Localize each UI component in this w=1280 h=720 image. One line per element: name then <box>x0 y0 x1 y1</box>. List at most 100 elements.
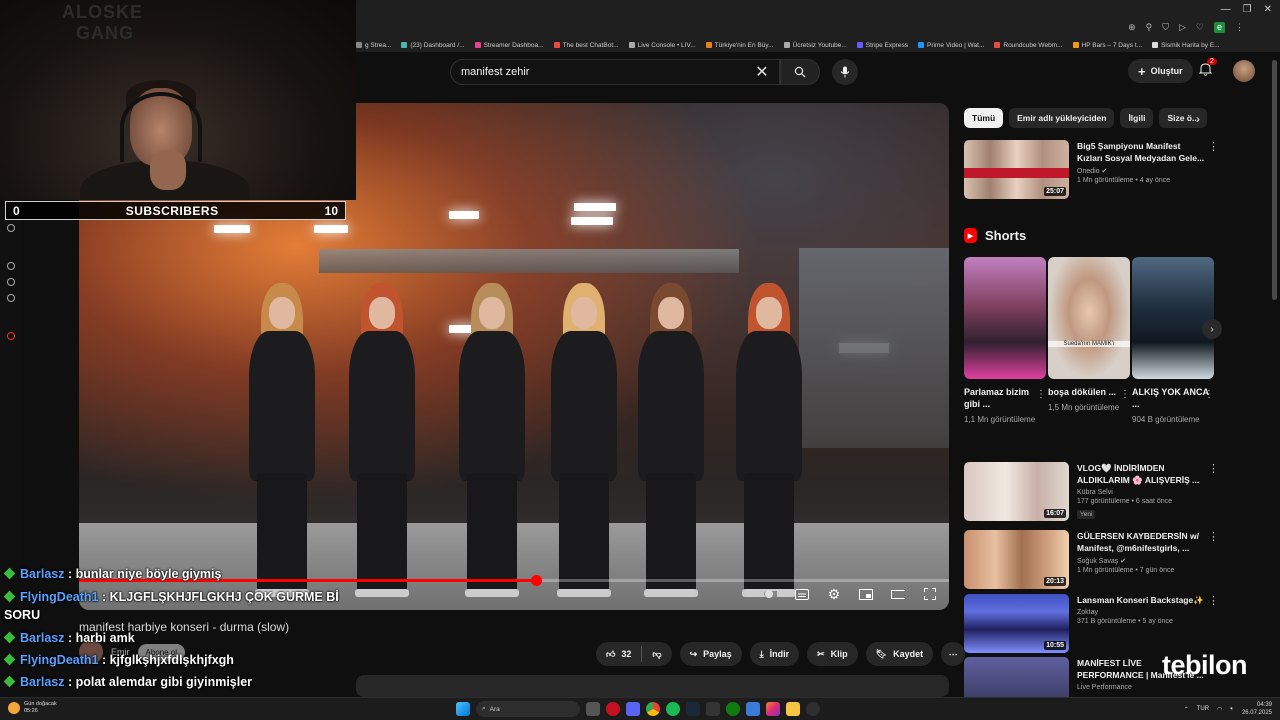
wifi-icon[interactable]: ◠ <box>1217 706 1222 713</box>
recommended-video[interactable]: 10:55 Lansman Konseri Backstage✨ Zoktay … <box>964 594 1219 653</box>
clock[interactable]: 04:39 26.07.2025 <box>1242 701 1272 717</box>
close-window-icon[interactable]: ✕ <box>1264 4 1272 15</box>
more-options-icon[interactable]: ⋮ <box>1204 389 1214 400</box>
settings-icon[interactable]: ⚙ <box>827 586 841 602</box>
language-indicator[interactable]: TUR <box>1197 706 1209 712</box>
bookmark-item[interactable]: Sismik Harita by E... <box>1152 42 1220 49</box>
search-button[interactable] <box>780 59 820 85</box>
short-title[interactable]: boşa dökülen ... <box>1048 386 1130 398</box>
recommended-video[interactable]: 20:13 GÜLERSEN KAYBEDERSİN w/ Manifest, … <box>964 530 1219 589</box>
short-item[interactable]: Parlamaz bizim gibi ... 1,1 Mn görüntüle… <box>964 257 1046 426</box>
heart-icon[interactable]: ♡ <box>1196 22 1204 33</box>
subtitles-icon[interactable] <box>795 588 809 600</box>
chrome-icon[interactable] <box>646 702 660 716</box>
video-title[interactable]: GÜLERSEN KAYBEDERSİN w/ Manifest, @m6nif… <box>1077 530 1219 554</box>
recommended-video[interactable]: 16:07 VLOG🤍 İNDİRİMDEN ALDIKLARIM 🌸 ALIŞ… <box>964 462 1219 521</box>
clock-icon[interactable] <box>7 262 15 270</box>
bookmark-item[interactable]: Live Console • LIV... <box>628 42 696 49</box>
more-options-icon[interactable]: ⋮ <box>1208 140 1219 153</box>
video-thumbnail[interactable]: 16:07 <box>964 462 1069 521</box>
shield-icon[interactable]: ⛉ <box>1162 22 1169 33</box>
clear-search-icon[interactable]: ✕ <box>745 62 779 82</box>
share-button[interactable]: ↪ Paylaş <box>679 642 742 666</box>
bookmark-item[interactable]: g Strea... <box>356 42 391 49</box>
video-title[interactable]: Big5 Şampiyonu Manifest Kızları Sosyal M… <box>1077 140 1219 164</box>
extension-icon[interactable]: e <box>1213 22 1225 33</box>
weather-widget[interactable]: Gün doğacak 05:26 <box>8 701 57 715</box>
file-explorer-icon[interactable] <box>786 702 800 716</box>
channel-name[interactable]: Live Performance <box>1077 684 1219 691</box>
short-item[interactable]: Sueda'nın MAMIK'ı boşa dökülen ... 1,5 M… <box>1048 257 1130 414</box>
bookmark-item[interactable]: (23) Dashboard /... <box>401 42 465 49</box>
spotify-icon[interactable] <box>666 702 680 716</box>
opera-icon[interactable] <box>606 702 620 716</box>
short-thumbnail[interactable] <box>964 257 1046 379</box>
windows-start-icon[interactable] <box>456 702 470 716</box>
bookmark-item[interactable]: Stripe Express <box>856 42 908 49</box>
notifications-button[interactable]: 2 <box>1198 58 1217 79</box>
bookmark-item[interactable]: Türkiye'nin En Büy... <box>705 42 774 49</box>
play-icon[interactable]: ▷ <box>1179 22 1186 33</box>
chip-related[interactable]: İlgili <box>1120 108 1154 128</box>
dislike-button[interactable]: 👎︎ <box>642 649 671 660</box>
voice-search-button[interactable] <box>832 59 858 85</box>
chip-all[interactable]: Tümü <box>964 108 1004 128</box>
taskbar-search[interactable]: ⌕ Ara <box>476 701 580 717</box>
shorts-next-icon[interactable]: › <box>1202 319 1222 339</box>
obs-icon[interactable] <box>806 702 820 716</box>
fullscreen-icon[interactable] <box>923 588 937 600</box>
channel-name[interactable]: Soğuk Savaş ✔ <box>1077 557 1219 565</box>
menu-icon[interactable]: ⋮ <box>1235 22 1244 33</box>
recommended-video[interactable]: 25:07 Big5 Şampiyonu Manifest Kızları So… <box>964 140 1219 199</box>
minimize-icon[interactable]: — <box>1221 4 1231 15</box>
pin-icon[interactable]: ⚲ <box>1146 22 1153 33</box>
bookmark-item[interactable]: The best ChatBot... <box>553 42 619 49</box>
settings-nav-icon[interactable] <box>7 294 15 302</box>
chips-next-icon[interactable]: › <box>1196 112 1200 126</box>
channel-name[interactable]: Zoktay <box>1077 609 1219 616</box>
progress-scrubber[interactable] <box>530 575 542 586</box>
channel-name[interactable]: Onedio ✔ <box>1077 167 1219 175</box>
create-button[interactable]: + Oluştur <box>1128 59 1193 83</box>
short-title[interactable]: ALKIŞ YOK ANCA ... <box>1132 386 1214 410</box>
bookmark-item[interactable]: HP Bars – 7 Days t... <box>1072 42 1142 49</box>
chip-from-uploader[interactable]: Emir adlı yükleyiciden <box>1009 108 1115 128</box>
search-input[interactable]: manifest zehir ✕ <box>450 59 780 85</box>
zoom-icon[interactable]: ⊕ <box>1128 22 1136 33</box>
page-scrollbar[interactable] <box>1272 60 1277 300</box>
discord-icon[interactable] <box>626 702 640 716</box>
photos-icon[interactable] <box>746 702 760 716</box>
save-button[interactable]: 🔖︎ Kaydet <box>865 642 934 666</box>
history-icon[interactable] <box>7 224 15 232</box>
volume-icon[interactable]: 🔈︎ <box>1230 706 1234 713</box>
theater-mode-icon[interactable] <box>891 588 905 600</box>
clip-button[interactable]: ✂ Klip <box>807 642 858 666</box>
short-item[interactable]: ALKIŞ YOK ANCA ... 904 B görüntüleme ⋮ <box>1132 257 1214 426</box>
video-title[interactable]: VLOG🤍 İNDİRİMDEN ALDIKLARIM 🌸 ALIŞVERİŞ … <box>1077 462 1219 486</box>
more-options-icon[interactable]: ⋮ <box>1120 389 1130 400</box>
steam-icon[interactable] <box>686 702 700 716</box>
more-options-icon[interactable]: ⋮ <box>1208 530 1219 543</box>
tray-chevron-icon[interactable]: ⌃ <box>1184 706 1189 713</box>
video-thumbnail[interactable]: 10:55 <box>964 594 1069 653</box>
epic-games-icon[interactable] <box>706 702 720 716</box>
short-thumbnail[interactable]: Sueda'nın MAMIK'ı <box>1048 257 1130 379</box>
live-icon[interactable] <box>7 332 15 340</box>
channel-name[interactable]: Kübra Selvi <box>1077 489 1219 496</box>
thumbs-up-nav-icon[interactable] <box>7 278 15 286</box>
xbox-icon[interactable] <box>726 702 740 716</box>
video-thumbnail[interactable] <box>964 657 1069 697</box>
instagram-icon[interactable] <box>766 702 780 716</box>
like-button[interactable]: 👍︎ 32 <box>606 646 643 662</box>
bookmark-item[interactable]: Roundcube Webm... <box>994 42 1063 49</box>
short-title[interactable]: Parlamaz bizim gibi ... <box>964 386 1046 410</box>
bookmark-item[interactable]: Ücretsiz Youtube... <box>783 42 847 49</box>
description-box[interactable] <box>356 675 949 697</box>
task-view-icon[interactable] <box>586 702 600 716</box>
more-actions-button[interactable]: ⋯ <box>941 642 966 666</box>
more-options-icon[interactable]: ⋮ <box>1208 462 1219 475</box>
miniplayer-icon[interactable] <box>859 588 873 600</box>
video-title[interactable]: Lansman Konseri Backstage✨ <box>1077 594 1219 606</box>
bookmark-item[interactable]: Streamer Dashboa... <box>474 42 544 49</box>
search-query[interactable]: manifest zehir <box>461 66 745 78</box>
